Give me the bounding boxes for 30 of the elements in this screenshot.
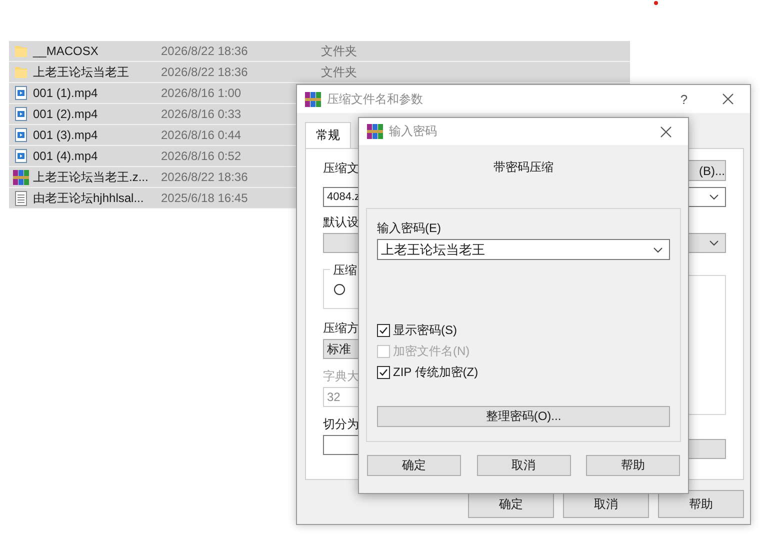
file-name: __MACOSX [33,44,100,58]
field-label: 压缩方 [323,320,359,337]
file-date: 2026/8/22 18:36 [161,44,249,58]
file-name: 001 (3).mp4 [33,128,99,142]
file-name: 上老王论坛当老王 [33,64,130,80]
file-name: 001 (2).mp4 [33,107,99,121]
field-label: 输入密码(E) [377,220,441,237]
file-date: 2026/8/16 1:00 [161,86,242,100]
dialog-heading: 带密码压缩 [494,159,554,176]
file-name: 上老王论坛当老王.z... [33,168,150,186]
checkbox-label: ZIP 传统加密(Z) [393,364,478,380]
file-date: 2026/8/22 18:36 [161,170,249,184]
file-date: 2026/8/22 18:36 [161,65,249,79]
file-date: 2026/8/16 0:33 [161,107,242,121]
window-title: 压缩文件名和参数 [327,90,423,108]
file-date: 2026/8/16 0:52 [161,149,242,163]
field-label: 字典大 [323,368,359,385]
file-name: 001 (4).mp4 [33,149,99,163]
field-label: 切分为 [323,416,359,433]
file-name: 由老王论坛hjhhlsal... [33,190,145,206]
window-title: 输入密码 [389,123,437,140]
file-type: 文件夹 [321,42,357,60]
field-label: 默认设 [323,214,359,231]
file-date: 2025/6/18 16:45 [161,191,249,205]
file-type: 文件夹 [321,64,357,80]
checkbox-label: 显示密码(S) [393,322,457,338]
checkbox-label: 加密文件名(N) [393,342,470,360]
file-date: 2026/8/16 0:44 [161,128,242,142]
field-label: 压缩文 [323,160,359,177]
file-name: 001 (1).mp4 [33,86,99,100]
